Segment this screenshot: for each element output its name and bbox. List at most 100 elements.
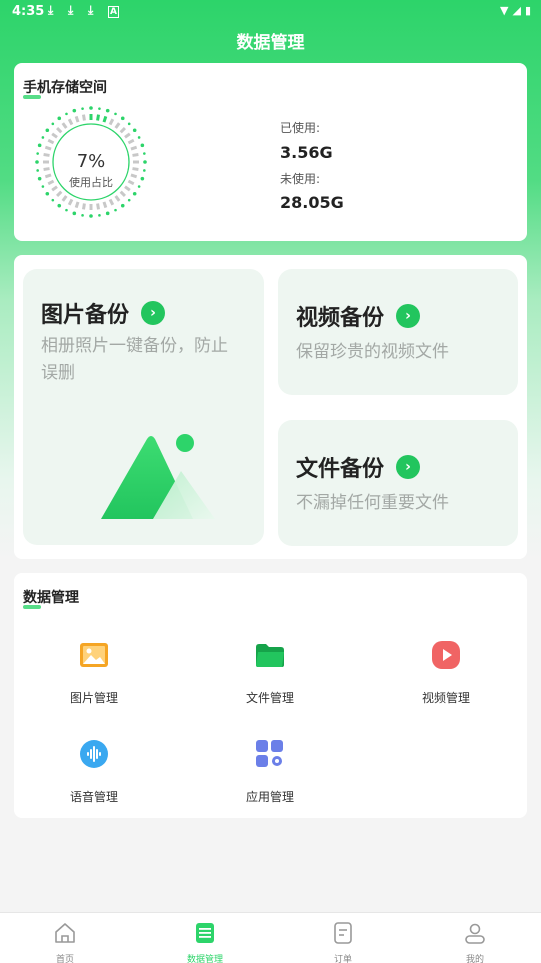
wifi-icon: ▼: [500, 4, 509, 17]
backup-card: 图片备份 › 相册照片一键备份，防止误删 视频备份 › 保留珍贵的视频文件 文件…: [14, 255, 527, 559]
file-backup-desc: 不漏掉任何重要文件: [296, 493, 449, 513]
photo-backup-tile[interactable]: 图片备份 › 相册照片一键备份，防止误删: [23, 269, 264, 545]
app-manage-item[interactable]: 应用管理: [210, 739, 330, 805]
gauge-dot: [65, 112, 68, 116]
apps-icon: [256, 740, 283, 767]
data-icon: [196, 923, 214, 943]
gauge-dot: [98, 214, 101, 217]
video-manage-item[interactable]: 视频管理: [386, 640, 506, 706]
file-backup-title-text: 文件备份: [296, 457, 385, 482]
gauge-tick: [119, 190, 127, 198]
gauge-tick: [82, 203, 86, 210]
gauge-tick: [82, 114, 86, 121]
gauge-dot: [72, 211, 77, 216]
gauge-tick: [114, 122, 121, 129]
gauge-dot: [114, 208, 117, 212]
download-icon: ⤓: [48, 3, 54, 17]
video-backup-title-text: 视频备份: [296, 306, 385, 331]
gauge-dot: [89, 106, 93, 110]
page-title: 数据管理: [236, 33, 305, 53]
gauge-tick: [108, 198, 115, 206]
photo-backup-title-text: 图片备份: [41, 303, 130, 328]
gauge-tick: [47, 138, 55, 145]
nav-home-label: 首页: [55, 955, 74, 963]
gauge-tick: [61, 195, 68, 202]
gauge-tick: [127, 138, 135, 145]
home-icon: [55, 923, 75, 943]
gauge-dot: [132, 191, 137, 196]
gauge-tick: [108, 118, 115, 126]
gauge-tick: [102, 115, 108, 123]
file-manage-item[interactable]: 文件管理: [210, 640, 330, 706]
nav-profile[interactable]: 我的: [440, 921, 510, 963]
gauge-tick: [74, 201, 80, 209]
arrow-right-icon: ›: [396, 455, 421, 479]
free-value: 28.05G: [280, 193, 344, 212]
gauge-tick: [51, 132, 58, 139]
voice-manage-item[interactable]: 语音管理: [34, 739, 154, 805]
gauge-tick: [96, 114, 100, 121]
battery-icon: ▮: [524, 4, 531, 17]
gauge-dot: [45, 128, 50, 133]
gauge-tick: [130, 145, 138, 151]
photo-backup-desc: 相册照片一键备份，防止误删: [41, 336, 228, 383]
gauge-tick: [119, 126, 127, 134]
status-time: 4:35: [12, 4, 45, 19]
gauge-tick: [96, 203, 100, 210]
data-manage-card: 数据管理 图片管理 文件管理 视频管理 语音管理 应用管理: [14, 573, 527, 818]
status-bar: 4:35 ⤓ ⤓ ⤓ A ▼ ◢ ▮: [0, 0, 541, 24]
video-backup-title: 视频备份 ›: [296, 300, 421, 332]
gauge-dot: [127, 198, 131, 202]
gauge-dot: [81, 214, 84, 217]
video-backup-tile[interactable]: 视频备份 › 保留珍贵的视频文件: [278, 269, 518, 395]
order-icon: [334, 922, 352, 944]
gauge-tick: [124, 132, 131, 139]
gauge-dot: [89, 214, 93, 218]
nav-order-label: 订单: [333, 955, 352, 963]
gauge-tick: [114, 195, 121, 202]
gauge-dot: [127, 122, 131, 126]
gauge-dot: [120, 116, 125, 121]
storage-card: 手机存储空间 7% 使用占比 已使用: 3.56G 未使用: 28.05G: [14, 63, 527, 241]
gauge-tick: [74, 115, 80, 123]
gauge-dot: [81, 107, 84, 110]
usage-percent-label: 使用占比: [69, 176, 113, 189]
gauge-tick: [55, 190, 63, 198]
file-backup-tile[interactable]: 文件备份 › 不漏掉任何重要文件: [278, 420, 518, 546]
gauge-dot: [37, 143, 42, 148]
gauge-dot: [41, 136, 45, 139]
photo-backup-title: 图片备份 ›: [41, 297, 166, 329]
gauge-dot: [105, 211, 110, 216]
nav-data-manage[interactable]: 数据管理: [170, 921, 240, 963]
download-icon: ⤓: [88, 3, 94, 17]
gauge-dot: [132, 128, 137, 133]
gauge-tick: [61, 122, 68, 129]
bottom-nav: 首页 数据管理 订单 我的: [0, 912, 541, 963]
signal-icon: ◢: [512, 4, 521, 17]
mountain-illustration-icon: [101, 434, 215, 519]
manage-title-text: 数据管理: [23, 590, 79, 606]
gauge-dot: [45, 191, 50, 196]
download-icon: ⤓: [68, 3, 74, 17]
gauge-dot: [105, 108, 110, 113]
gauge-dot: [98, 107, 101, 110]
image-manage-item[interactable]: 图片管理: [34, 640, 154, 706]
usage-percent: 7%: [76, 151, 106, 172]
nav-order[interactable]: 订单: [308, 921, 378, 963]
gauge-dot: [51, 198, 55, 202]
app-manage-label: 应用管理: [245, 790, 294, 804]
gauge-dot: [51, 122, 55, 126]
gauge-tick: [102, 201, 108, 209]
gauge-dot: [72, 108, 77, 113]
gauge-dot: [57, 203, 62, 208]
nav-data-manage-label: 数据管理: [186, 955, 223, 963]
storage-section-title: 手机存储空间: [23, 77, 107, 99]
gauge-dot: [114, 112, 117, 116]
gauge-tick: [55, 126, 63, 134]
gauge-dot: [140, 143, 145, 148]
file-manage-label: 文件管理: [245, 691, 294, 705]
voice-manage-label: 语音管理: [69, 790, 118, 804]
nav-home[interactable]: 首页: [30, 921, 100, 963]
storage-title-text: 手机存储空间: [23, 80, 107, 96]
image-icon: [80, 643, 108, 667]
